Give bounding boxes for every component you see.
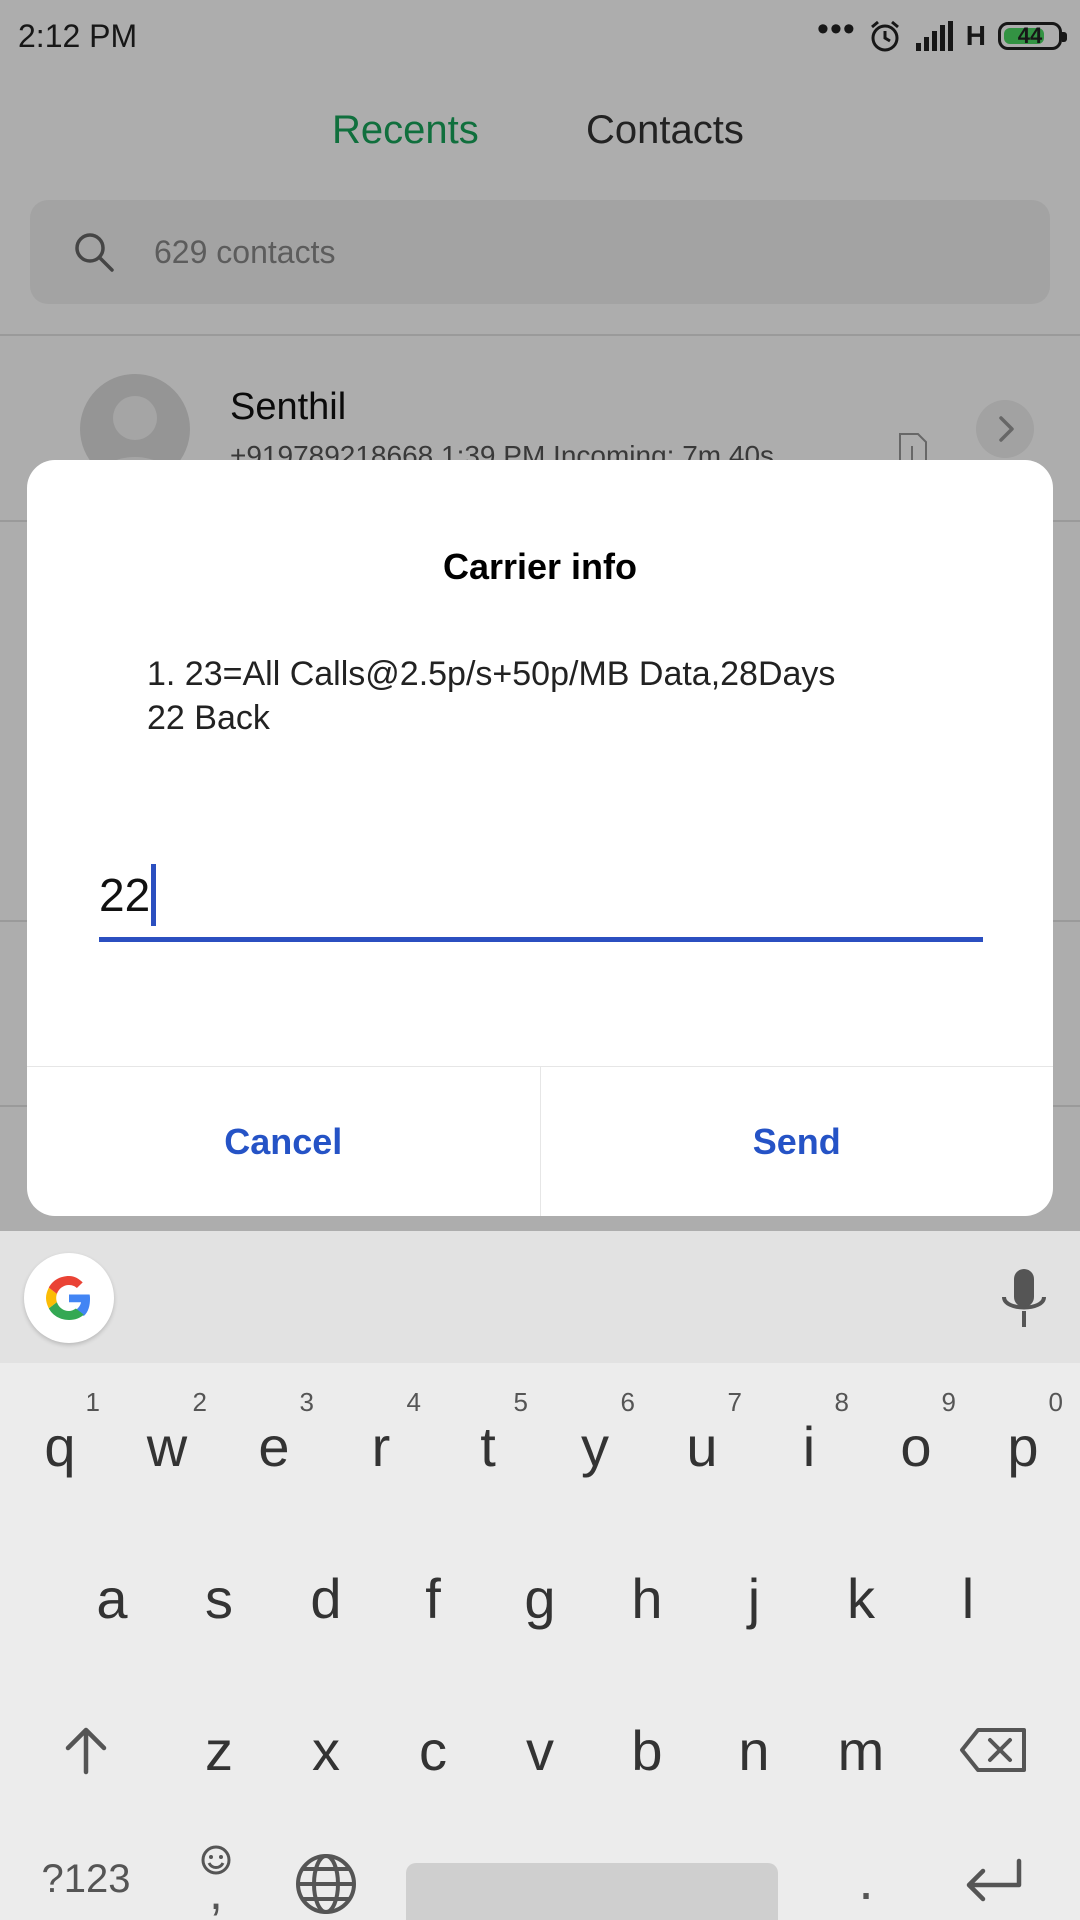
keyboard-row-2: asdfghjkl bbox=[0, 1533, 1080, 1663]
google-search-button[interactable] bbox=[24, 1253, 114, 1343]
carrier-info-dialog: Carrier info 1. 23=All Calls@2.5p/s+50p/… bbox=[27, 460, 1053, 1216]
key-p[interactable]: p0 bbox=[969, 1381, 1077, 1511]
key-number-hint: 6 bbox=[620, 1387, 635, 1417]
key-n[interactable]: n bbox=[700, 1685, 808, 1815]
key-number-hint: 5 bbox=[513, 1387, 528, 1417]
key-number-hint: 2 bbox=[192, 1387, 207, 1417]
key-t[interactable]: t5 bbox=[434, 1381, 542, 1511]
key-l[interactable]: l bbox=[914, 1533, 1022, 1663]
shift-arrow-icon bbox=[65, 1727, 107, 1775]
input-underline bbox=[99, 937, 983, 942]
input-value: 22 bbox=[99, 869, 151, 921]
period-key[interactable]: . bbox=[812, 1837, 920, 1920]
key-r[interactable]: r4 bbox=[327, 1381, 435, 1511]
keyboard-toolbar bbox=[0, 1231, 1080, 1363]
dialog-message: 1. 23=All Calls@2.5p/s+50p/MB Data,28Day… bbox=[147, 655, 836, 737]
backspace-icon bbox=[960, 1728, 1026, 1772]
key-number-hint: 9 bbox=[941, 1387, 956, 1417]
key-y[interactable]: y6 bbox=[541, 1381, 649, 1511]
cancel-button[interactable]: Cancel bbox=[27, 1067, 540, 1216]
soft-keyboard: q1w2e3r4t5y6u7i8o9p0 asdfghjkl zxcvbnm ?… bbox=[0, 1231, 1080, 1920]
key-h[interactable]: h bbox=[593, 1533, 701, 1663]
send-button[interactable]: Send bbox=[539, 1067, 1054, 1216]
keyboard-row-4: ?123 , . bbox=[0, 1837, 1080, 1920]
ussd-reply-input[interactable]: 22 bbox=[99, 860, 983, 942]
keyboard-row-1: q1w2e3r4t5y6u7i8o9p0 bbox=[0, 1381, 1080, 1511]
key-b[interactable]: b bbox=[593, 1685, 701, 1815]
key-label: e bbox=[258, 1414, 290, 1478]
space-bar[interactable] bbox=[406, 1863, 778, 1920]
key-a[interactable]: a bbox=[58, 1533, 166, 1663]
keyboard-row-3: zxcvbnm bbox=[0, 1685, 1080, 1815]
key-label: y bbox=[581, 1414, 609, 1478]
dialog-actions: Cancel Send bbox=[27, 1066, 1053, 1216]
symbols-key-label: ?123 bbox=[41, 1857, 131, 1901]
key-number-hint: 0 bbox=[1048, 1387, 1063, 1417]
key-label: p bbox=[1007, 1414, 1039, 1478]
key-number-hint: 7 bbox=[727, 1387, 742, 1417]
key-v[interactable]: v bbox=[486, 1685, 594, 1815]
key-d[interactable]: d bbox=[272, 1533, 380, 1663]
language-key[interactable] bbox=[272, 1837, 380, 1920]
key-number-hint: 4 bbox=[406, 1387, 421, 1417]
key-label: w bbox=[146, 1414, 188, 1478]
backspace-key[interactable] bbox=[940, 1685, 1048, 1815]
key-label: r bbox=[371, 1414, 391, 1478]
key-number-hint: 3 bbox=[299, 1387, 314, 1417]
comma-key-label: , bbox=[209, 1864, 223, 1920]
key-number-hint: 8 bbox=[834, 1387, 849, 1417]
key-w[interactable]: w2 bbox=[113, 1381, 221, 1511]
key-label: q bbox=[44, 1414, 76, 1478]
key-label: o bbox=[900, 1414, 932, 1478]
key-label: t bbox=[480, 1414, 496, 1478]
key-label: i bbox=[802, 1414, 816, 1478]
key-m[interactable]: m bbox=[807, 1685, 915, 1815]
google-g-icon bbox=[46, 1276, 90, 1320]
key-f[interactable]: f bbox=[379, 1533, 487, 1663]
period-key-label: . bbox=[858, 1848, 874, 1911]
dialog-title: Carrier info bbox=[442, 546, 638, 587]
key-number-hint: 1 bbox=[85, 1387, 100, 1417]
key-o[interactable]: o9 bbox=[862, 1381, 970, 1511]
globe-icon bbox=[296, 1854, 356, 1914]
key-e[interactable]: e3 bbox=[220, 1381, 328, 1511]
text-cursor bbox=[151, 864, 156, 926]
enter-key[interactable] bbox=[940, 1837, 1048, 1920]
key-i[interactable]: i8 bbox=[755, 1381, 863, 1511]
symbols-key[interactable]: ?123 bbox=[32, 1837, 140, 1920]
key-s[interactable]: s bbox=[165, 1533, 273, 1663]
key-k[interactable]: k bbox=[807, 1533, 915, 1663]
key-c[interactable]: c bbox=[379, 1685, 487, 1815]
key-label: u bbox=[686, 1414, 718, 1478]
microphone-icon[interactable] bbox=[994, 1265, 1054, 1335]
key-q[interactable]: q1 bbox=[6, 1381, 114, 1511]
key-u[interactable]: u7 bbox=[648, 1381, 756, 1511]
shift-key[interactable] bbox=[32, 1685, 140, 1815]
key-x[interactable]: x bbox=[272, 1685, 380, 1815]
key-z[interactable]: z bbox=[165, 1685, 273, 1815]
enter-arrow-icon bbox=[966, 1858, 1022, 1902]
key-g[interactable]: g bbox=[486, 1533, 594, 1663]
comma-key[interactable]: , bbox=[162, 1837, 270, 1920]
key-j[interactable]: j bbox=[700, 1533, 808, 1663]
